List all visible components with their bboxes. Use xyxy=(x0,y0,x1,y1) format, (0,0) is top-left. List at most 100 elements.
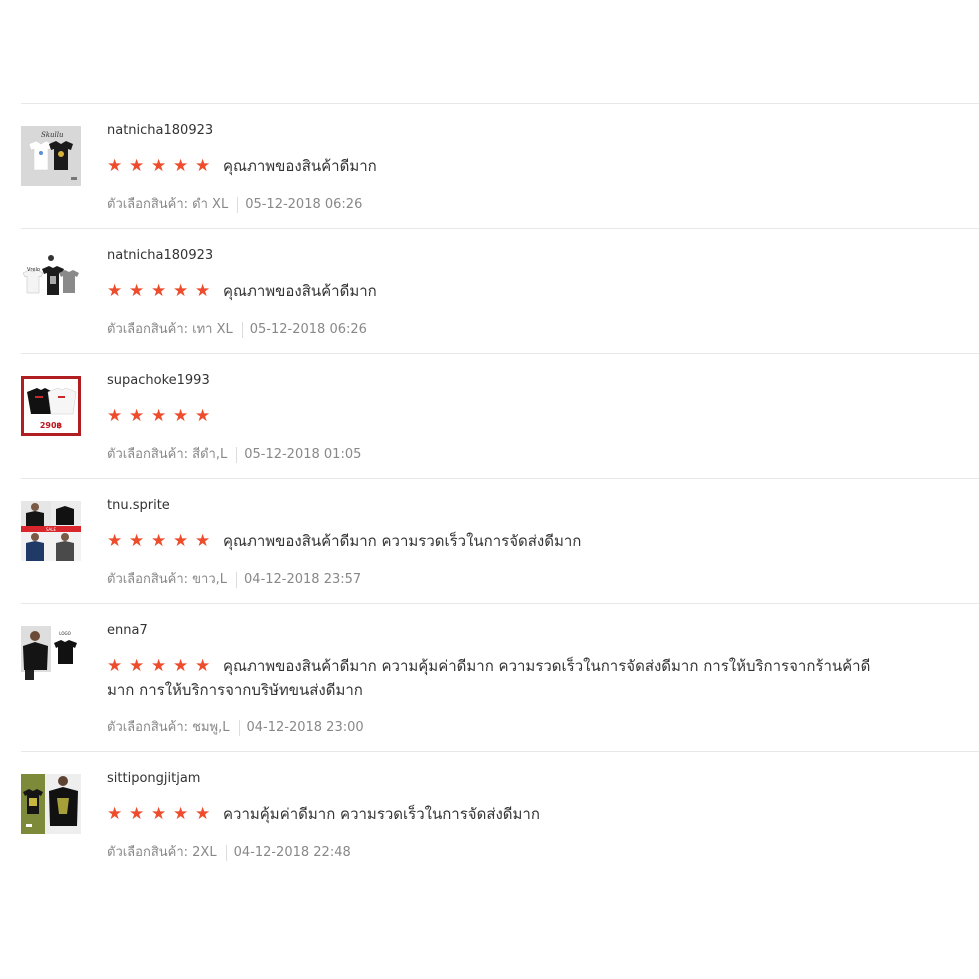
review-datetime: 05-12-2018 06:26 xyxy=(245,197,363,212)
star-icon: ★ xyxy=(151,656,167,676)
star-icon: ★ xyxy=(151,156,167,176)
svg-text:SALE: SALE xyxy=(46,527,57,532)
review-list: Skullu natnicha180923 ★ ★ ★ ★ ★ คุณภาพของสิน… xyxy=(21,103,979,876)
reviewer-username[interactable]: enna7 xyxy=(107,623,148,638)
review-item: Skullu natnicha180923 ★ ★ ★ ★ ★ คุณภาพของสิน… xyxy=(21,103,979,228)
review-datetime: 04-12-2018 22:48 xyxy=(233,845,351,860)
review-datetime: 04-12-2018 23:57 xyxy=(244,572,362,587)
reviewer-username[interactable]: natnicha180923 xyxy=(107,248,213,263)
review-item: 290฿ supachoke1993 ★ ★ ★ ★ ★ ตัวเลือกสินค้า:… xyxy=(21,353,979,478)
thumbnail-price-caption: 290฿ xyxy=(40,421,63,430)
variation-label: ตัวเลือกสินค้า: เทา XL xyxy=(107,322,233,337)
star-icon: ★ xyxy=(107,531,123,551)
reviewer-username[interactable]: supachoke1993 xyxy=(107,373,210,388)
review-item: SALE tnu.sprite ★ ★ ★ ★ ★ คุณภาพของสินค้าดีม… xyxy=(21,478,979,603)
product-thumbnail[interactable]: Vrelo xyxy=(21,251,81,311)
review-comment: ความคุ้มค่าดีมาก ความรวดเร็วในการจัดส่งด… xyxy=(223,805,540,823)
review-meta: ตัวเลือกสินค้า: ดำ XL 05-12-2018 06:26 xyxy=(107,193,362,214)
rating-and-comment: ★ ★ ★ ★ ★ คุณภาพของสินค้าดีมาก xyxy=(107,154,887,178)
star-icon: ★ xyxy=(151,804,167,824)
product-thumbnail[interactable] xyxy=(21,774,81,834)
review-meta: ตัวเลือกสินค้า: เทา XL 05-12-2018 06:26 xyxy=(107,318,367,339)
star-rating: ★ ★ ★ ★ ★ xyxy=(107,802,217,826)
sweatshirts-red-frame-icon: 290฿ xyxy=(21,376,81,436)
star-icon: ★ xyxy=(173,804,189,824)
review-datetime: 05-12-2018 01:05 xyxy=(244,447,362,462)
star-icon: ★ xyxy=(173,156,189,176)
tshirt-green-print-model-icon xyxy=(21,774,81,834)
product-thumbnail[interactable]: LOGO xyxy=(21,626,81,686)
meta-divider xyxy=(236,446,238,463)
review-meta: ตัวเลือกสินค้า: ขาว,L 04-12-2018 23:57 xyxy=(107,568,361,589)
three-tshirts-white-black-grey-icon: Vrelo xyxy=(21,251,81,311)
star-icon: ★ xyxy=(129,531,145,551)
variation-label: ตัวเลือกสินค้า: ชมพู,L xyxy=(107,720,230,735)
star-icon: ★ xyxy=(195,156,211,176)
star-icon: ★ xyxy=(151,281,167,301)
review-comment: คุณภาพของสินค้าดีมาก xyxy=(223,157,377,175)
star-icon: ★ xyxy=(129,804,145,824)
star-icon: ★ xyxy=(107,804,123,824)
star-icon: ★ xyxy=(151,531,167,551)
variation-label: ตัวเลือกสินค้า: สีดำ,L xyxy=(107,447,228,462)
star-icon: ★ xyxy=(173,656,189,676)
star-icon: ★ xyxy=(129,281,145,301)
star-icon: ★ xyxy=(195,531,211,551)
star-rating: ★ ★ ★ ★ ★ xyxy=(107,279,217,303)
star-rating: ★ ★ ★ ★ ★ xyxy=(107,154,217,178)
star-rating: ★ ★ ★ ★ ★ xyxy=(107,404,217,428)
svg-text:Skullu: Skullu xyxy=(41,131,64,139)
star-icon: ★ xyxy=(107,656,123,676)
review-meta: ตัวเลือกสินค้า: 2XL 04-12-2018 22:48 xyxy=(107,841,351,862)
meta-divider xyxy=(225,844,227,861)
review-datetime: 05-12-2018 06:26 xyxy=(249,322,367,337)
tshirt-model-black-icon: LOGO xyxy=(21,626,81,686)
rating-and-comment: ★ ★ ★ ★ ★ คุณภาพของสินค้าดีมาก xyxy=(107,279,887,303)
star-icon: ★ xyxy=(129,656,145,676)
star-icon: ★ xyxy=(107,156,123,176)
rating-and-comment: ★ ★ ★ ★ ★ คุณภาพของสินค้าดีมาก ความคุ้มค่าดี… xyxy=(107,654,887,702)
reviewer-username[interactable]: tnu.sprite xyxy=(107,498,170,513)
meta-divider xyxy=(241,321,243,338)
svg-text:Vrelo: Vrelo xyxy=(27,267,40,273)
star-icon: ★ xyxy=(173,531,189,551)
review-comment: คุณภาพของสินค้าดีมาก xyxy=(223,282,377,300)
star-rating: ★ ★ ★ ★ ★ xyxy=(107,529,217,553)
variation-label: ตัวเลือกสินค้า: 2XL xyxy=(107,845,217,860)
star-icon: ★ xyxy=(151,406,167,426)
rating-and-comment: ★ ★ ★ ★ ★ คุณภาพของสินค้าดีมาก ความรวดเร็วใน… xyxy=(107,529,887,553)
product-thumbnail[interactable]: SALE xyxy=(21,501,81,561)
reviewer-username[interactable]: natnicha180923 xyxy=(107,123,213,138)
rating-and-comment: ★ ★ ★ ★ ★ xyxy=(107,404,887,428)
product-thumbnail[interactable]: Skullu xyxy=(21,126,81,186)
star-rating: ★ ★ ★ ★ ★ xyxy=(107,654,217,678)
review-item: sittipongjitjam ★ ★ ★ ★ ★ ความคุ้มค่าดีมาก ค… xyxy=(21,751,979,876)
review-meta: ตัวเลือกสินค้า: สีดำ,L 05-12-2018 01:05 xyxy=(107,443,361,464)
meta-divider xyxy=(236,571,238,588)
meta-divider xyxy=(237,196,239,213)
two-tshirts-white-black-icon: Skullu xyxy=(21,126,81,186)
review-comment: คุณภาพของสินค้าดีมาก ความรวดเร็วในการจัด… xyxy=(223,532,582,550)
star-icon: ★ xyxy=(173,406,189,426)
star-icon: ★ xyxy=(107,281,123,301)
star-icon: ★ xyxy=(173,281,189,301)
variation-label: ตัวเลือกสินค้า: ขาว,L xyxy=(107,572,228,587)
star-icon: ★ xyxy=(195,406,211,426)
rating-and-comment: ★ ★ ★ ★ ★ ความคุ้มค่าดีมาก ความรวดเร็วในการจ… xyxy=(107,802,887,826)
star-icon: ★ xyxy=(129,156,145,176)
review-item: Vrelo natnicha180923 ★ ★ ★ ★ ★ คุณภาพของสินค… xyxy=(21,228,979,353)
star-icon: ★ xyxy=(107,406,123,426)
review-meta: ตัวเลือกสินค้า: ชมพู,L 04-12-2018 23:00 xyxy=(107,716,364,737)
meta-divider xyxy=(238,719,240,736)
review-datetime: 04-12-2018 23:00 xyxy=(246,720,364,735)
product-thumbnail[interactable]: 290฿ xyxy=(21,376,81,436)
variation-label: ตัวเลือกสินค้า: ดำ XL xyxy=(107,197,229,212)
star-icon: ★ xyxy=(129,406,145,426)
star-icon: ★ xyxy=(195,656,211,676)
star-icon: ★ xyxy=(195,804,211,824)
tshirt-models-collage-icon: SALE xyxy=(21,501,81,561)
review-comment: คุณภาพของสินค้าดีมาก ความคุ้มค่าดีมาก คว… xyxy=(107,657,871,699)
reviewer-username[interactable]: sittipongjitjam xyxy=(107,771,200,786)
star-icon: ★ xyxy=(195,281,211,301)
review-item: LOGO enna7 ★ ★ ★ ★ ★ คุณภาพของสินค้าดีมาก คว… xyxy=(21,603,979,751)
